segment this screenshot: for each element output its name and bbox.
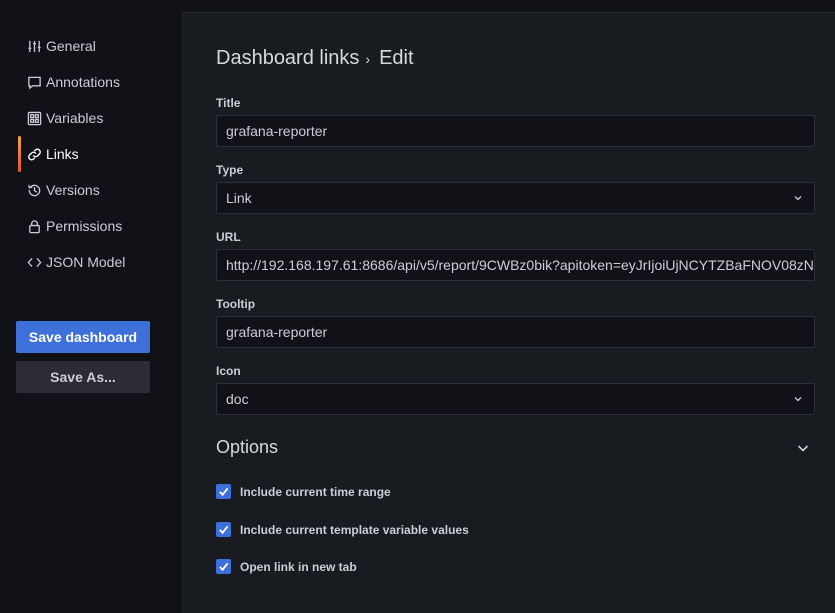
tooltip-value: grafana-reporter (226, 324, 328, 340)
title-label: Title (216, 96, 241, 110)
chevron-down-icon (794, 196, 802, 201)
checkbox-label: Include current template variable values (240, 522, 469, 537)
sidebar-item-versions[interactable]: Versions (0, 172, 170, 208)
sidebar-item-json-model[interactable]: JSON Model (0, 244, 170, 280)
tooltip-input[interactable]: grafana-reporter (216, 316, 815, 348)
icon-value: doc (226, 391, 249, 407)
grid-icon (26, 110, 42, 126)
sidebar-item-label: Permissions (46, 218, 123, 234)
settings-sidebar: General Annotations Variables Links Vers… (0, 0, 182, 613)
checkbox-label: Include current time range (240, 484, 391, 499)
checkbox-checked-icon[interactable] (216, 522, 231, 537)
sidebar-item-label: Annotations (46, 74, 120, 90)
options-heading[interactable]: Options (216, 437, 278, 458)
type-label: Type (216, 163, 244, 177)
chevron-down-icon (794, 397, 802, 402)
breadcrumb: Dashboard links › Edit (216, 47, 414, 70)
history-icon (26, 182, 42, 198)
sidebar-item-label: JSON Model (46, 254, 126, 270)
title-input[interactable]: grafana-reporter (216, 115, 815, 147)
save-dashboard-button[interactable]: Save dashboard (16, 321, 150, 353)
active-indicator (18, 136, 21, 172)
save-as-button[interactable]: Save As... (16, 361, 150, 393)
sidebar-item-label: Versions (46, 182, 100, 198)
tooltip-label: Tooltip (216, 297, 256, 311)
checkbox-label: Open link in new tab (240, 559, 357, 574)
url-value: http://192.168.197.61:8686/api/v5/report… (226, 257, 815, 273)
sidebar-item-variables[interactable]: Variables (0, 100, 170, 136)
sliders-icon (26, 38, 42, 54)
checkbox-include-time-range[interactable]: Include current time range (216, 484, 391, 499)
type-select[interactable]: Link (216, 182, 815, 214)
type-value: Link (226, 190, 252, 206)
url-label: URL (216, 230, 241, 244)
breadcrumb-parent[interactable]: Dashboard links (216, 47, 359, 70)
breadcrumb-current: Edit (379, 47, 414, 69)
icon-select[interactable]: doc (216, 383, 815, 415)
sidebar-item-links[interactable]: Links (0, 136, 170, 172)
sidebar-item-annotations[interactable]: Annotations (0, 64, 170, 100)
sidebar-item-permissions[interactable]: Permissions (0, 208, 170, 244)
checkbox-open-new-tab[interactable]: Open link in new tab (216, 559, 357, 574)
title-value: grafana-reporter (226, 123, 328, 139)
url-input[interactable]: http://192.168.197.61:8686/api/v5/report… (216, 249, 815, 281)
checkbox-checked-icon[interactable] (216, 484, 231, 499)
link-icon (26, 146, 42, 162)
sidebar-item-label: Links (46, 146, 79, 162)
main-panel: Dashboard links › Edit Title grafana-rep… (182, 12, 835, 613)
sidebar-item-label: Variables (46, 110, 104, 126)
code-icon (26, 254, 42, 270)
checkbox-include-template-vars[interactable]: Include current template variable values (216, 522, 469, 537)
icon-label: Icon (216, 364, 241, 378)
chevron-down-icon[interactable] (795, 440, 811, 456)
comment-icon (26, 74, 42, 90)
breadcrumb-separator: › (365, 50, 371, 67)
sidebar-item-general[interactable]: General (0, 28, 170, 64)
sidebar-item-label: General (46, 38, 96, 54)
checkbox-checked-icon[interactable] (216, 559, 231, 574)
lock-icon (26, 218, 42, 234)
